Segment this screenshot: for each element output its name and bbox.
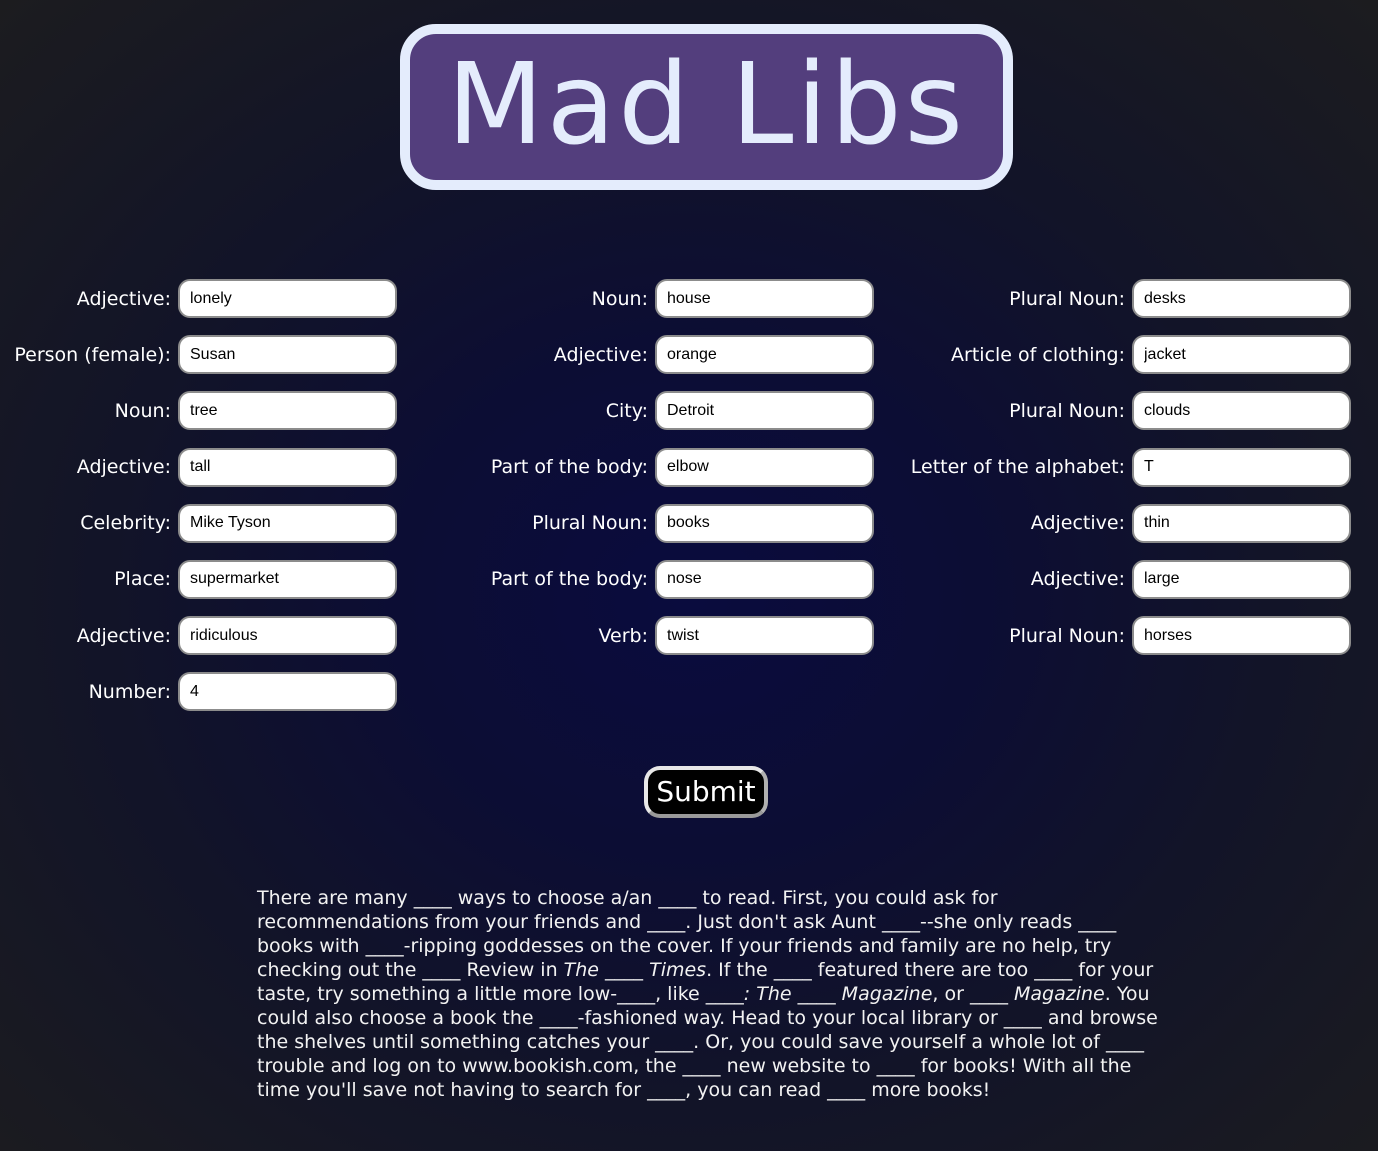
form-row: Adjective: bbox=[880, 559, 1351, 599]
form-row: Noun: bbox=[440, 279, 874, 318]
form-row: Verb: bbox=[440, 616, 874, 656]
input-column-2: Noun: Adjective: City: Part of the body:… bbox=[440, 279, 874, 672]
form-row: Plural Noun: bbox=[880, 279, 1351, 318]
field-label: Adjective: bbox=[1030, 568, 1125, 591]
word-input[interactable] bbox=[655, 616, 874, 656]
story-italic: Magazine bbox=[841, 983, 933, 1005]
story-italic: : The bbox=[743, 983, 792, 1005]
field-label: Part of the body: bbox=[490, 568, 648, 591]
form-row: Adjective: bbox=[440, 335, 874, 375]
field-label: Plural Noun: bbox=[532, 512, 648, 535]
form-row: City: bbox=[440, 391, 874, 431]
word-input[interactable] bbox=[178, 335, 397, 375]
story-italic: The bbox=[563, 959, 599, 981]
field-label: Place: bbox=[114, 568, 171, 591]
word-input[interactable] bbox=[655, 335, 874, 375]
field-label: Plural Noun: bbox=[1009, 624, 1125, 647]
form-row: Place: bbox=[0, 559, 397, 599]
form-row: Adjective: bbox=[880, 503, 1351, 543]
word-input[interactable] bbox=[655, 391, 874, 431]
form-row: Plural Noun: bbox=[880, 391, 1351, 431]
field-label: Number: bbox=[88, 680, 171, 703]
story-segment: ____ bbox=[599, 959, 650, 981]
story-text: There are many ____ ways to choose a/an … bbox=[257, 886, 1162, 1102]
word-input[interactable] bbox=[178, 447, 397, 487]
field-label: Adjective: bbox=[76, 287, 171, 310]
form-row: Person (female): bbox=[0, 335, 397, 375]
field-label: Plural Noun: bbox=[1009, 399, 1125, 422]
number-input[interactable] bbox=[178, 672, 397, 712]
field-label: Noun: bbox=[591, 287, 648, 310]
field-label: City: bbox=[605, 399, 648, 422]
form-row: Part of the body: bbox=[440, 447, 874, 487]
story-segment: ____ bbox=[791, 983, 842, 1005]
form-row: Part of the body: bbox=[440, 559, 874, 599]
word-input[interactable] bbox=[655, 559, 874, 599]
field-label: Letter of the alphabet: bbox=[910, 456, 1125, 479]
word-input[interactable] bbox=[1132, 503, 1351, 543]
form-row: Plural Noun: bbox=[440, 503, 874, 543]
field-label: Celebrity: bbox=[80, 512, 171, 535]
form-row: Adjective: bbox=[0, 447, 397, 487]
input-column-1: Adjective: Person (female): Noun: Adject… bbox=[0, 279, 397, 729]
field-label: Person (female): bbox=[14, 343, 171, 366]
word-input[interactable] bbox=[1132, 391, 1351, 431]
story-italic: Times bbox=[649, 959, 707, 981]
word-input[interactable] bbox=[1132, 447, 1351, 487]
story-italic: Magazine bbox=[1014, 983, 1105, 1005]
field-label: Adjective: bbox=[553, 343, 648, 366]
word-input[interactable] bbox=[178, 559, 397, 599]
field-label: Verb: bbox=[598, 624, 649, 647]
page-title: Mad Libs bbox=[447, 40, 966, 170]
word-input[interactable] bbox=[1132, 616, 1351, 656]
title-banner: Mad Libs bbox=[400, 24, 1013, 190]
word-input[interactable] bbox=[178, 279, 397, 318]
form-row: Article of clothing: bbox=[880, 335, 1351, 375]
field-label: Plural Noun: bbox=[1009, 287, 1125, 310]
field-label: Adjective: bbox=[1030, 512, 1125, 535]
field-label: Article of clothing: bbox=[951, 343, 1125, 366]
word-input[interactable] bbox=[655, 447, 874, 487]
word-input[interactable] bbox=[178, 616, 397, 656]
field-label: Part of the body: bbox=[490, 456, 648, 479]
word-input[interactable] bbox=[1132, 279, 1351, 318]
input-column-3: Plural Noun: Article of clothing: Plural… bbox=[880, 279, 1351, 672]
word-input[interactable] bbox=[178, 503, 397, 543]
form-row: Noun: bbox=[0, 391, 397, 431]
word-input[interactable] bbox=[655, 279, 874, 318]
word-input[interactable] bbox=[178, 391, 397, 431]
submit-button[interactable]: Submit bbox=[644, 766, 768, 818]
word-input[interactable] bbox=[1132, 559, 1351, 599]
field-label: Adjective: bbox=[76, 456, 171, 479]
word-input[interactable] bbox=[1132, 335, 1351, 375]
word-input[interactable] bbox=[655, 503, 874, 543]
form-row: Letter of the alphabet: bbox=[880, 447, 1351, 487]
form-row: Adjective: bbox=[0, 616, 397, 656]
form-row: Number: bbox=[0, 672, 397, 712]
form-row: Plural Noun: bbox=[880, 616, 1351, 656]
story-segment: , or ____ bbox=[932, 983, 1015, 1005]
field-label: Noun: bbox=[114, 399, 171, 422]
field-label: Adjective: bbox=[76, 624, 171, 647]
form-row: Adjective: bbox=[0, 279, 397, 318]
form-row: Celebrity: bbox=[0, 503, 397, 543]
